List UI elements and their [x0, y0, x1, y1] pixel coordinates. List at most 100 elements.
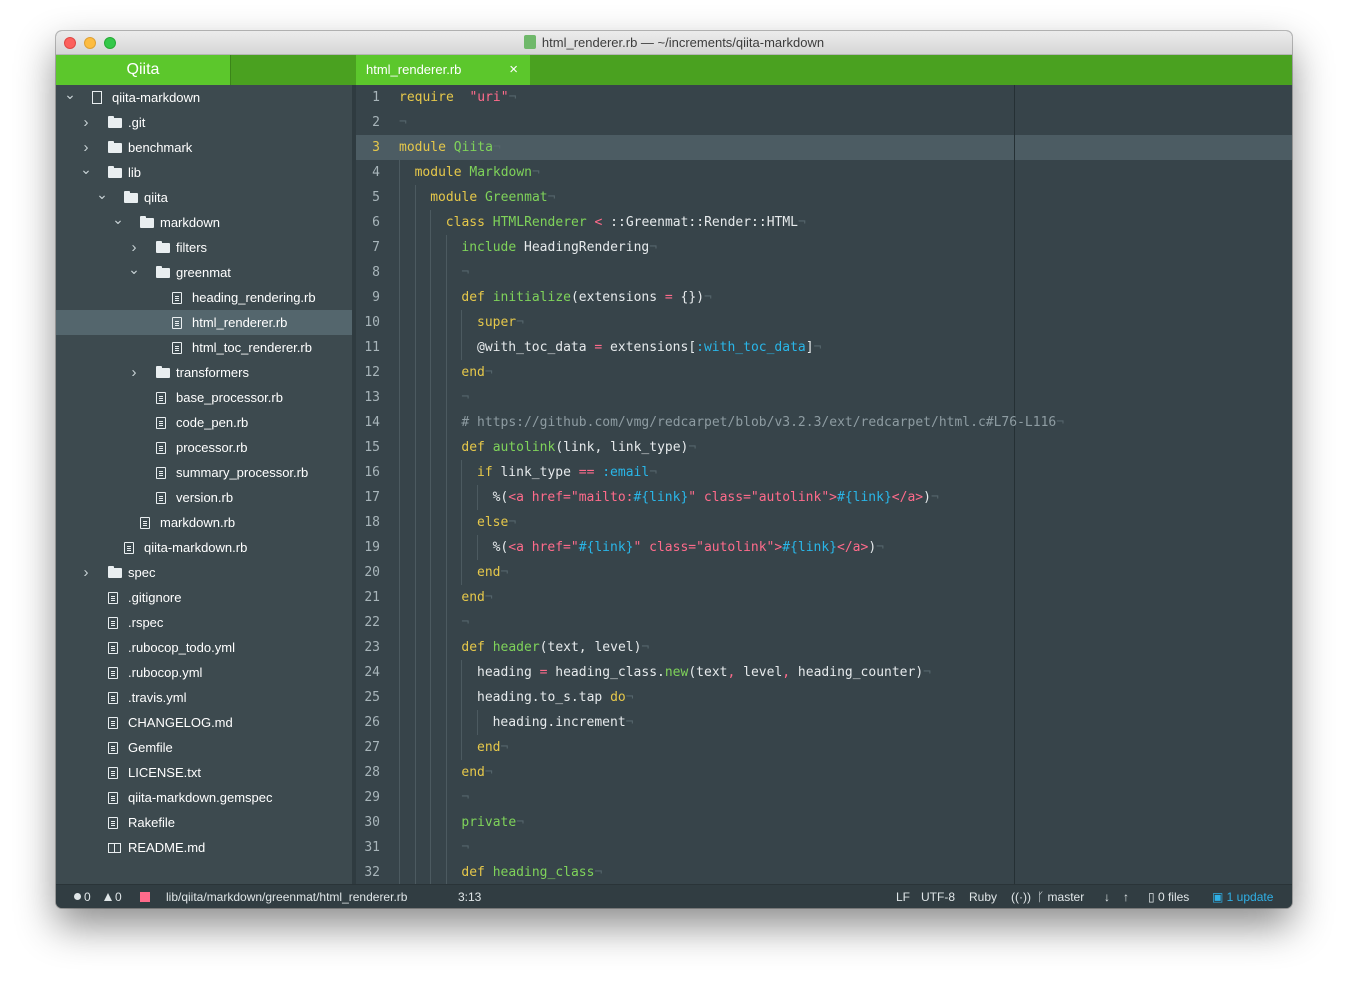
tree-item-gitignore[interactable]: .gitignore	[56, 585, 352, 610]
tree-item-code-pen-rb[interactable]: code_pen.rb	[56, 410, 352, 435]
code-line[interactable]: 31 ¬	[356, 835, 1292, 860]
tree-item-filters[interactable]: › filters	[56, 235, 352, 260]
code-text: ¬	[399, 110, 407, 135]
tree-item-benchmark[interactable]: › benchmark	[56, 135, 352, 160]
tree-item-travis-yml[interactable]: .travis.yml	[56, 685, 352, 710]
code-token: Qiita	[453, 140, 493, 155]
tree-item-readme-md[interactable]: README.md	[56, 835, 352, 860]
code-line[interactable]: 7 include HeadingRendering¬	[356, 235, 1292, 260]
indent-guide	[430, 460, 432, 485]
code-line[interactable]: 18 else¬	[356, 510, 1292, 535]
code-line[interactable]: 28 end¬	[356, 760, 1292, 785]
folder-icon	[156, 366, 170, 378]
tree-item-spec[interactable]: › spec	[56, 560, 352, 585]
chevron-right-icon[interactable]: ›	[128, 235, 140, 260]
chevron-right-icon[interactable]: ›	[128, 360, 140, 385]
code-line[interactable]: 30 private¬	[356, 810, 1292, 835]
tree-item-markdown[interactable]: ⌄ markdown	[56, 210, 352, 235]
file-encoding[interactable]: UTF-8	[921, 885, 955, 908]
code-line[interactable]: 15 def autolink(link, link_type)¬	[356, 435, 1292, 460]
code-line[interactable]: 29 ¬	[356, 785, 1292, 810]
package-updates[interactable]: ▣ 1 update	[1212, 885, 1273, 908]
code-line[interactable]: 32 def heading_class¬	[356, 860, 1292, 884]
code-line[interactable]: 21 end¬	[356, 585, 1292, 610]
code-line[interactable]: 13 ¬	[356, 385, 1292, 410]
code-line[interactable]: 1 require "uri"¬	[356, 85, 1292, 110]
tree-item-greenmat[interactable]: ⌄ greenmat	[56, 260, 352, 285]
code-editor[interactable]: 1 require "uri"¬ 2 ¬ 3 module Qiita¬ 4 module M…	[356, 85, 1292, 884]
code-line[interactable]: 10 super¬	[356, 310, 1292, 335]
tree-item-git[interactable]: › .git	[56, 110, 352, 135]
lint-errors[interactable]: 0	[74, 885, 91, 908]
chevron-down-icon[interactable]: ⌄	[96, 185, 108, 204]
cursor-position[interactable]: 3:13	[458, 885, 481, 908]
code-line[interactable]: 4 module Markdown¬	[356, 160, 1292, 185]
indent-guide	[477, 710, 478, 735]
code-line[interactable]: 22 ¬	[356, 610, 1292, 635]
close-tab-icon[interactable]: ×	[509, 55, 518, 85]
broadcast-icon[interactable]: ((·))	[1011, 885, 1031, 908]
chevron-down-icon[interactable]: ⌄	[64, 85, 76, 104]
chevron-right-icon[interactable]: ›	[80, 560, 92, 585]
lint-warnings[interactable]: 0	[104, 885, 122, 908]
tree-item-processor-rb[interactable]: processor.rb	[56, 435, 352, 460]
git-push-icon[interactable]: ↑	[1123, 885, 1129, 908]
tree-item-summary-processor-rb[interactable]: summary_processor.rb	[56, 460, 352, 485]
chevron-down-icon[interactable]: ⌄	[112, 210, 124, 229]
tree-item-rubocop-todo-yml[interactable]: .rubocop_todo.yml	[56, 635, 352, 660]
code-line[interactable]: 3 module Qiita¬	[356, 135, 1292, 160]
tree-item-license-txt[interactable]: LICENSE.txt	[56, 760, 352, 785]
tree-item-label: code_pen.rb	[176, 415, 249, 430]
github-files[interactable]: ▯ 0 files	[1148, 885, 1189, 908]
tab-html-renderer[interactable]: html_renderer.rb ×	[356, 55, 530, 85]
code-line[interactable]: 5 module Greenmat¬	[356, 185, 1292, 210]
code-line[interactable]: 14 # https://github.com/vmg/redcarpet/blo…	[356, 410, 1292, 435]
tree-item-qiita[interactable]: ⌄ qiita	[56, 185, 352, 210]
code-line[interactable]: 16 if link_type == :email¬	[356, 460, 1292, 485]
tree-item-changelog-md[interactable]: CHANGELOG.md	[56, 710, 352, 735]
chevron-down-icon[interactable]: ⌄	[80, 160, 92, 179]
indent-guide	[445, 860, 447, 884]
git-branch[interactable]: ᚴ master	[1037, 885, 1084, 908]
code-line[interactable]: 2 ¬	[356, 110, 1292, 135]
tree-item-markdown-rb[interactable]: markdown.rb	[56, 510, 352, 535]
code-line[interactable]: 8 ¬	[356, 260, 1292, 285]
tree-item-lib[interactable]: ⌄ lib	[56, 160, 352, 185]
chevron-right-icon[interactable]: ›	[80, 110, 92, 135]
tree-item-rubocop-yml[interactable]: .rubocop.yml	[56, 660, 352, 685]
code-token: :email	[602, 465, 650, 480]
tree-item-version-rb[interactable]: version.rb	[56, 485, 352, 510]
tree-item-html-renderer-rb[interactable]: html_renderer.rb	[56, 310, 352, 335]
git-pull-icon[interactable]: ↓	[1104, 885, 1110, 908]
tree-item-gemfile[interactable]: Gemfile	[56, 735, 352, 760]
grammar-selector[interactable]: Ruby	[969, 885, 997, 908]
code-line[interactable]: 6 class HTMLRenderer < ::Greenmat::Render…	[356, 210, 1292, 235]
tree-item-qiita-markdown-gemspec[interactable]: qiita-markdown.gemspec	[56, 785, 352, 810]
tree-item-rspec[interactable]: .rspec	[56, 610, 352, 635]
file-path[interactable]: lib/qiita/markdown/greenmat/html_rendere…	[166, 885, 407, 908]
code-line[interactable]: 20 end¬	[356, 560, 1292, 585]
code-line[interactable]: 9 def initialize(extensions = {})¬	[356, 285, 1292, 310]
code-line[interactable]: 11 @with_toc_data = extensions[:with_toc_…	[356, 335, 1292, 360]
tree-item-rakefile[interactable]: Rakefile	[56, 810, 352, 835]
chevron-right-icon[interactable]: ›	[80, 135, 92, 160]
code-line[interactable]: 26 heading.increment¬	[356, 710, 1292, 735]
code-line[interactable]: 17 %(<a href="mailto:#{link}" class="auto…	[356, 485, 1292, 510]
tree-item-qiita-markdown-rb[interactable]: qiita-markdown.rb	[56, 535, 352, 560]
code-line[interactable]: 27 end¬	[356, 735, 1292, 760]
code-line[interactable]: 19 %(<a href="#{link}" class="autolink">#…	[356, 535, 1292, 560]
code-line[interactable]: 23 def header(text, level)¬	[356, 635, 1292, 660]
tree-item-html-toc-renderer-rb[interactable]: html_toc_renderer.rb	[56, 335, 352, 360]
tree-item-base-processor-rb[interactable]: base_processor.rb	[56, 385, 352, 410]
code-line[interactable]: 12 end¬	[356, 360, 1292, 385]
indent-guide	[445, 635, 447, 660]
tree-item-heading-rendering-rb[interactable]: heading_rendering.rb	[56, 285, 352, 310]
tree-item-qiita-markdown[interactable]: ⌄ qiita-markdown	[56, 85, 352, 110]
tree-item-transformers[interactable]: › transformers	[56, 360, 352, 385]
code-line[interactable]: 24 heading = heading_class.new(text, leve…	[356, 660, 1292, 685]
code-line[interactable]: 25 heading.to_s.tap do¬	[356, 685, 1292, 710]
line-ending[interactable]: LF	[896, 885, 910, 908]
chevron-down-icon[interactable]: ⌄	[128, 260, 140, 279]
